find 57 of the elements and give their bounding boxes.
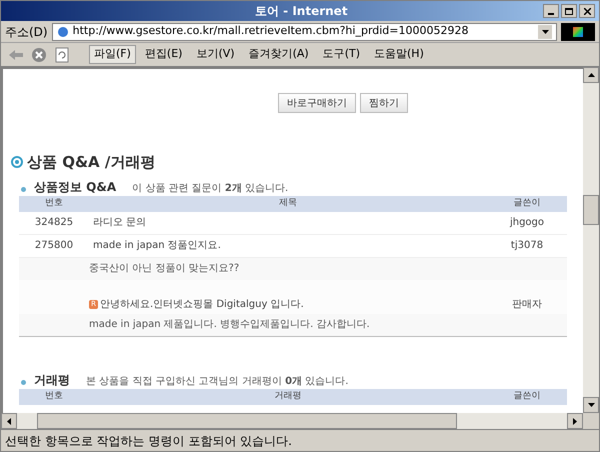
window-title: 토어 - Internet — [254, 3, 348, 20]
page-button[interactable]: 바로구매하기 — [278, 93, 356, 113]
scroll-thumb[interactable] — [37, 413, 457, 429]
summary-text: 이 상품 관련 질문이 2개 있습니다. — [132, 182, 288, 196]
refresh-icon[interactable] — [55, 46, 69, 62]
column-header: 글쓴이 — [512, 196, 542, 210]
minimize-button[interactable] — [543, 4, 559, 18]
menu-item[interactable]: 도구(T) — [318, 45, 365, 64]
vertical-scrollbar[interactable] — [583, 67, 599, 413]
question-title[interactable]: 라디오 문의 — [89, 215, 487, 230]
logo-icon — [561, 22, 595, 40]
close-icon — [584, 8, 590, 14]
menu-item[interactable]: 즐겨찾기(A) — [244, 45, 314, 64]
question-title[interactable]: made in japan 정품인지요. — [89, 238, 487, 253]
scroll-up-icon[interactable] — [588, 73, 594, 77]
maximize-icon — [565, 8, 573, 14]
post-body: made in japan 제품입니다. 병행수입제품입니다. 감사합니다. — [89, 318, 370, 332]
dropdown-button[interactable] — [538, 24, 552, 38]
status-text: 선택한 항목으로 작업하는 명령이 포함되어 있습니다. — [5, 432, 292, 450]
scroll-thumb[interactable] — [583, 195, 599, 225]
column-header: 번호 — [44, 196, 64, 210]
table-cell-text: 275800 — [34, 239, 74, 253]
scroll-down-icon[interactable] — [588, 403, 594, 407]
circle-bullet-icon — [11, 156, 23, 168]
page-icon — [56, 26, 69, 38]
scroll-right-icon[interactable] — [573, 418, 577, 424]
address-label: 주소(D) — [5, 24, 48, 40]
table-cell-text: jhgogo — [508, 216, 546, 230]
column-header: 제목 — [278, 196, 298, 210]
stop-icon[interactable] — [31, 46, 47, 62]
subsection-title: 거래평 — [34, 372, 70, 388]
column-header: 거래평 — [274, 390, 302, 403]
horizontal-scrollbar[interactable] — [1, 413, 583, 429]
subsection-title: 상품정보 Q&A — [34, 178, 116, 196]
reply-title[interactable]: 안녕하세요.인터넷쇼핑몰 Digitalguy 입니다. — [100, 296, 304, 312]
url-text: http://www.gsestore.co.kr/mall.retrieveItem.cbm?hi_prdid=1000052928 — [72, 23, 468, 40]
column-header: 번호 — [44, 390, 64, 403]
menu-item[interactable]: 보기(V) — [191, 45, 240, 64]
menu-item[interactable]: 편집(E) — [140, 45, 188, 64]
summary-text: 본 상품을 직접 구입하신 고객님의 거래평이 0개 있습니다. — [86, 374, 348, 388]
menu-item[interactable]: 파일(F) — [89, 45, 136, 64]
close-button[interactable] — [579, 4, 595, 18]
column-header: 글쓴이 — [512, 390, 542, 403]
minimize-icon — [548, 13, 554, 15]
address-field[interactable]: http://www.gsestore.co.kr/mall.retrieveItem.cbm?hi_prdid=1000052928 — [52, 22, 557, 40]
scroll-left-icon[interactable] — [7, 418, 11, 424]
section-title: 상품 Q&A /거래평 — [27, 152, 156, 173]
page-button[interactable]: 찜하기 — [360, 93, 408, 113]
bullet-icon — [21, 186, 26, 192]
table-cell-text: tj3078 — [510, 239, 544, 253]
table-cell-text: 판매자 — [511, 298, 543, 312]
post-body: 중국산이 아닌 정품이 맞는지요?? — [89, 262, 240, 276]
maximize-button[interactable] — [561, 4, 577, 18]
menu-item[interactable]: 도움말(H) — [369, 45, 429, 64]
bullet-icon — [21, 380, 26, 384]
table-cell-text: 324825 — [34, 216, 74, 230]
caret-icon — [542, 30, 548, 34]
